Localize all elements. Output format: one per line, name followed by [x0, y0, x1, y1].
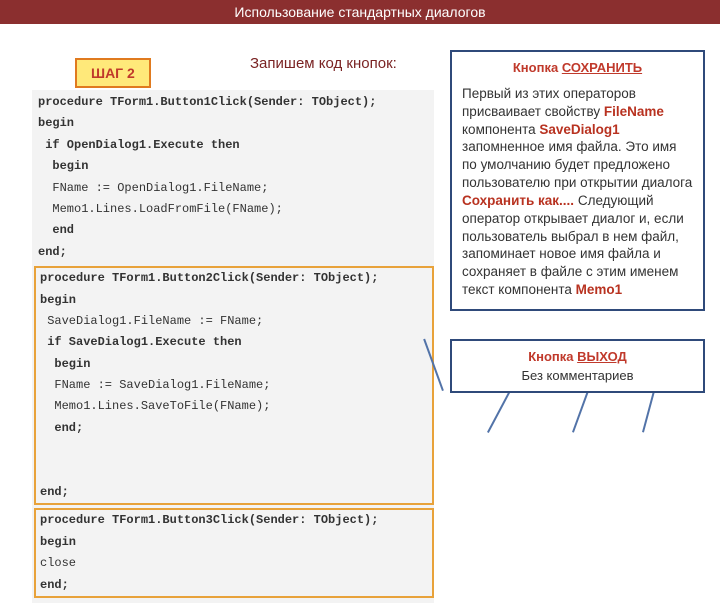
code-line: Memo1.Lines.LoadFromFile(FName); — [34, 199, 434, 220]
exit-box-title: Кнопка ВЫХОД — [462, 349, 693, 364]
save-description-box: Кнопка СОХРАНИТЬ Первый из этих оператор… — [450, 50, 705, 311]
code-block: procedure TForm1.Button1Click(Sender: TO… — [32, 90, 434, 603]
code-line: Memo1.Lines.SaveToFile(FName); — [36, 396, 432, 417]
code-line: procedure TForm1.Button1Click(Sender: TO… — [34, 92, 434, 113]
code-line: close — [36, 553, 432, 574]
token-memo: Memo1 — [576, 282, 623, 297]
code-line: end; — [36, 482, 432, 503]
code-line: begin — [34, 113, 434, 134]
token-saveas: Сохранить как.... — [462, 193, 574, 208]
step-badge: ШАГ 2 — [75, 58, 151, 88]
code-line: end; — [34, 242, 434, 263]
exit-box-subtitle: Без комментариев — [462, 368, 693, 383]
title-action: СОХРАНИТЬ — [562, 60, 642, 75]
code-line: end — [34, 220, 434, 241]
title-action: ВЫХОД — [577, 349, 627, 364]
code-line: SaveDialog1.FileName := FName; — [36, 311, 432, 332]
code-line: FName := SaveDialog1.FileName; — [36, 375, 432, 396]
code-line: procedure TForm1.Button3Click(Sender: TO… — [36, 510, 432, 531]
code-line: end; — [36, 575, 432, 596]
code-line: procedure TForm1.Button2Click(Sender: TO… — [36, 268, 432, 289]
code-line: begin — [36, 354, 432, 375]
title-prefix: Кнопка — [513, 60, 562, 75]
code-line: FName := OpenDialog1.FileName; — [34, 178, 434, 199]
code-line: begin — [34, 156, 434, 177]
token-savedialog: SaveDialog1 — [539, 122, 619, 137]
exit-description-box: Кнопка ВЫХОД Без комментариев — [450, 339, 705, 393]
save-box-paragraph: Первый из этих операторов присваивает св… — [462, 85, 693, 299]
token-filename: FileName — [604, 104, 664, 119]
code-line — [36, 439, 432, 460]
page-header: Использование стандартных диалогов — [0, 0, 720, 24]
highlight-frame-save: procedure TForm1.Button2Click(Sender: TO… — [34, 266, 434, 505]
code-line: end; — [36, 418, 432, 439]
code-line: begin — [36, 290, 432, 311]
highlight-frame-exit: procedure TForm1.Button3Click(Sender: TO… — [34, 508, 434, 598]
save-box-title: Кнопка СОХРАНИТЬ — [462, 60, 693, 75]
prompt-text: Запишем код кнопок: — [250, 55, 397, 72]
title-prefix: Кнопка — [528, 349, 577, 364]
code-line: if OpenDialog1.Execute then — [34, 135, 434, 156]
code-line: begin — [36, 532, 432, 553]
code-line — [36, 461, 432, 482]
code-line: if SaveDialog1.Execute then — [36, 332, 432, 353]
